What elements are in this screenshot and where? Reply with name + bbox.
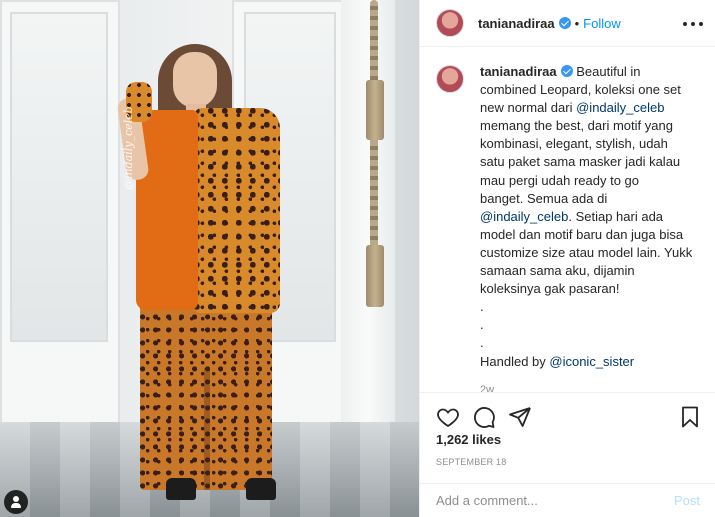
caption-username[interactable]: tanianadiraa bbox=[480, 64, 557, 79]
post-image[interactable]: @indaily_celeb bbox=[0, 0, 419, 517]
curtain-tassel bbox=[366, 80, 384, 140]
comment-icon[interactable] bbox=[472, 405, 496, 429]
caption-line: samaan sama aku, dijamin bbox=[480, 263, 635, 279]
tagged-users-button[interactable] bbox=[4, 490, 28, 514]
caption-line: Beautiful in bbox=[576, 64, 641, 79]
caption-line: banget. Semua ada di bbox=[480, 190, 608, 206]
post-side-panel: tanianadiraa • Follow tanianadiraa Beaut… bbox=[419, 0, 715, 517]
caption-line: Handled by bbox=[480, 353, 550, 369]
caption: tanianadiraa Beautiful in combined Leopa… bbox=[436, 63, 699, 392]
header-username[interactable]: tanianadiraa bbox=[478, 16, 555, 31]
caption-line: model dan motif baru dan juga bisa bbox=[480, 226, 684, 242]
caption-age[interactable]: 2w bbox=[480, 381, 693, 392]
likes-count[interactable]: 1,262 likes bbox=[436, 432, 501, 447]
curtain bbox=[341, 0, 395, 430]
heel-shoe bbox=[166, 478, 196, 500]
caption-dot: . bbox=[480, 299, 484, 315]
orange-shirt-panel bbox=[136, 110, 198, 310]
comment-input[interactable] bbox=[436, 493, 674, 508]
caption-line: customize size atau model lain. Yukk bbox=[480, 244, 693, 260]
heel-shoe bbox=[246, 478, 276, 500]
leopard-shirt-panel bbox=[194, 108, 280, 313]
post-header: tanianadiraa • Follow bbox=[420, 0, 715, 47]
mention-link[interactable]: @indaily_celeb bbox=[480, 209, 568, 224]
caption-dot: . bbox=[480, 317, 484, 333]
verified-badge-icon bbox=[560, 65, 573, 77]
model-figure bbox=[116, 38, 298, 508]
pants-fold bbox=[204, 368, 210, 490]
caption-line: mau pergi udah ready to go bbox=[480, 172, 639, 188]
glass-door-left bbox=[0, 0, 120, 457]
comments-area[interactable]: tanianadiraa Beautiful in combined Leopa… bbox=[420, 47, 715, 392]
user-icon-body bbox=[11, 503, 21, 508]
caption-line: koleksinya gak pasaran! bbox=[480, 281, 620, 297]
mention-link[interactable]: @indaily_celeb bbox=[576, 100, 664, 115]
mention-link[interactable]: @iconic_sister bbox=[549, 354, 634, 369]
verified-badge-icon bbox=[558, 17, 571, 29]
caption-line: satu paket sama masker jadi kalau bbox=[480, 154, 681, 170]
caption-line: combined Leopard, koleksi one set bbox=[480, 82, 681, 98]
post-date[interactable]: SEPTEMBER 18 bbox=[436, 457, 506, 467]
face bbox=[173, 52, 217, 108]
heart-icon[interactable] bbox=[436, 405, 460, 429]
caption-text: tanianadiraa Beautiful in combined Leopa… bbox=[480, 63, 693, 392]
post-comment-button[interactable]: Post bbox=[674, 493, 700, 508]
caption-line: new normal dari bbox=[480, 100, 577, 116]
user-icon bbox=[13, 496, 19, 502]
header-separator: • bbox=[574, 15, 580, 31]
curtain-tassel bbox=[366, 245, 384, 307]
bookmark-icon[interactable] bbox=[678, 405, 702, 429]
share-icon[interactable] bbox=[508, 405, 532, 429]
door-pane bbox=[10, 12, 108, 342]
caption-line: memang the best, dari motif yang bbox=[480, 118, 673, 134]
follow-button[interactable]: Follow bbox=[583, 16, 621, 31]
image-watermark: @indaily_celeb bbox=[122, 106, 135, 190]
caption-dot: . bbox=[480, 335, 484, 351]
caption-line: . Setiap hari ada bbox=[568, 208, 664, 224]
more-options-icon[interactable] bbox=[683, 14, 703, 34]
comment-box: Post bbox=[420, 483, 715, 517]
caption-line: kombinasi, elegant, stylish, udah bbox=[480, 136, 668, 152]
avatar[interactable] bbox=[436, 9, 464, 37]
avatar[interactable] bbox=[436, 65, 464, 93]
